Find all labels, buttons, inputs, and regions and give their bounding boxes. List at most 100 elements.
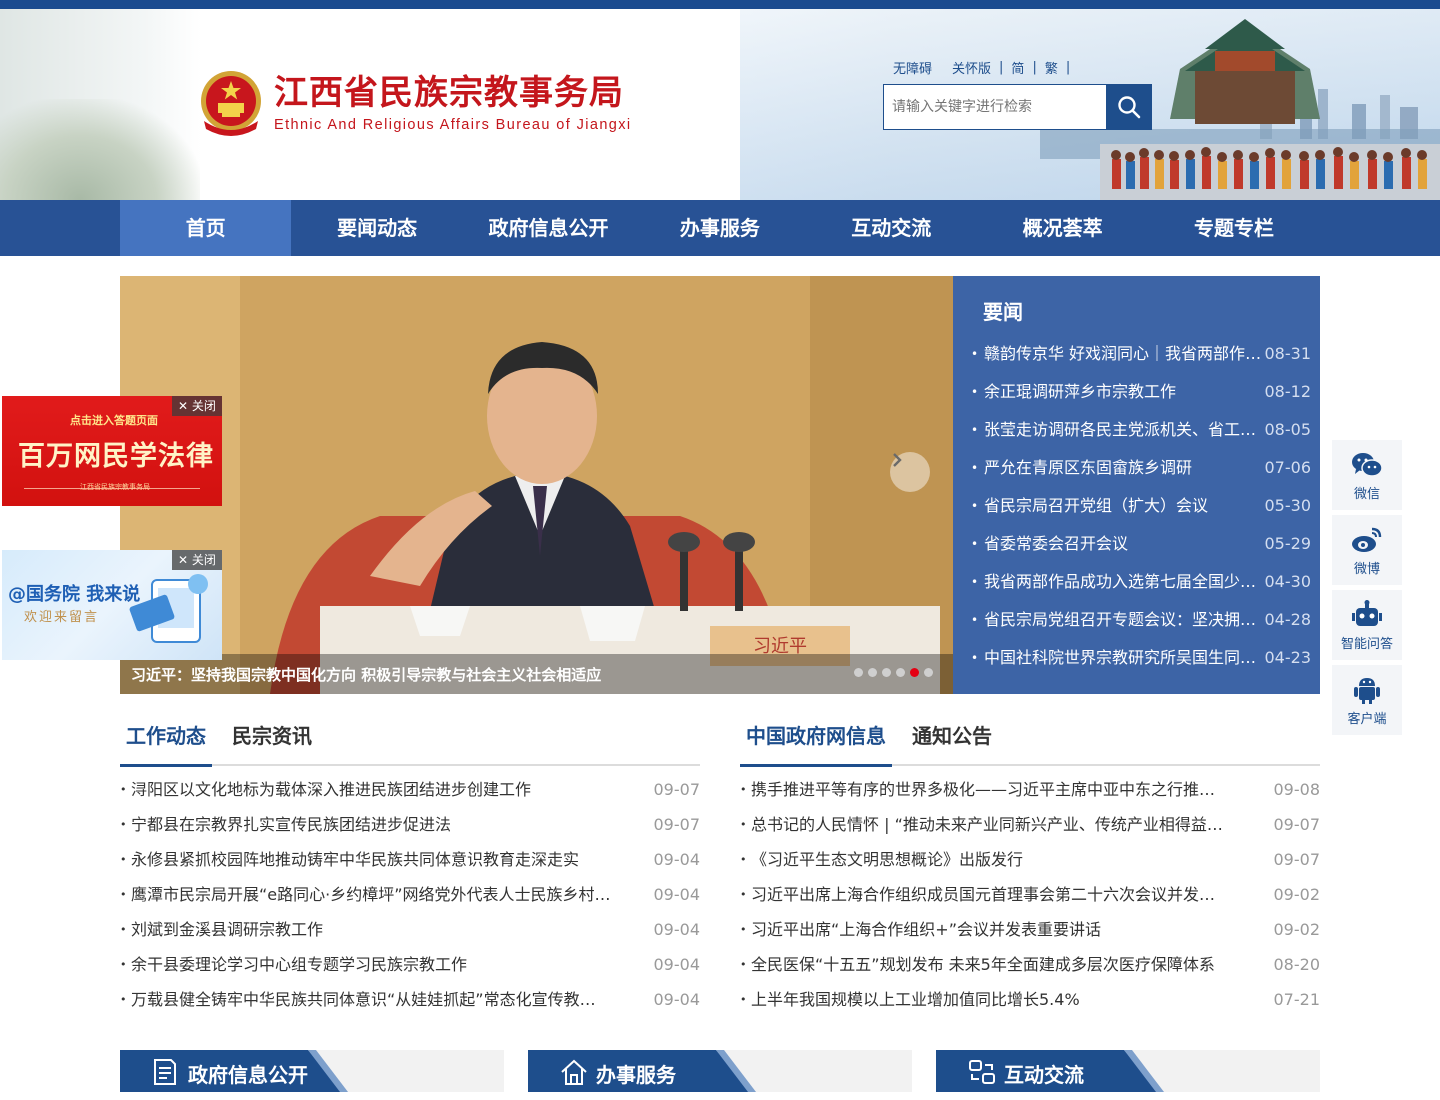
state-council-ad[interactable]: @国务院 我来说 欢迎来留言 ✕ 关闭	[2, 550, 222, 660]
section-interaction[interactable]: 互动交流	[936, 1050, 1320, 1092]
list-item-title: 习近平出席“上海合作组织+”会议并发表重要讲话	[751, 920, 1101, 939]
headline-date: 07-06	[1264, 458, 1312, 477]
accessibility-link[interactable]: 无障碍	[893, 58, 932, 77]
nav-item-home[interactable]: 首页	[120, 200, 292, 256]
list-item[interactable]: • 万载县健全铸牢中华民族共同体意识“从娃娃抓起”常态化宣传教育机制 09-04	[120, 982, 700, 1017]
news-carousel[interactable]: 习近平 习近平：坚持我国宗教中国化方向 积极引导宗教与社会主义社会相适应	[120, 276, 953, 694]
headline-item[interactable]: • 张莹走访调研各民主党派机关、省工商联 08-05	[971, 411, 1311, 449]
headlines-list: • 赣韵传京华 好戏润同心｜我省两部作品成功入选第七届全国少数民族文艺会演08-3…	[971, 335, 1311, 677]
side-ai-qa[interactable]: 智能问答	[1332, 590, 1402, 660]
bullet: •	[971, 651, 979, 665]
top-strip	[0, 0, 1440, 9]
headline-title: 中国社科院世界宗教研究所吴国生同志来赣调研	[983, 648, 1263, 667]
list-item[interactable]: • 习近平出席上海合作组织成员国元首理事会第二十六次会议并发表重要讲话 09-02	[740, 877, 1320, 912]
headline-item[interactable]: • 中国社科院世界宗教研究所吴国生同志来赣调研04-23	[971, 639, 1311, 677]
nav-item-overview[interactable]: 概况荟萃	[977, 200, 1148, 256]
separator: |	[999, 60, 1004, 75]
council-ad-close-button[interactable]: ✕ 关闭	[172, 550, 222, 570]
bullet: •	[120, 888, 127, 901]
site-logo[interactable]: 江西省民族宗教事务局 Ethnic And Religious Affairs …	[198, 69, 632, 137]
simplified-chinese-link[interactable]: 简	[1011, 58, 1024, 77]
nav-item-news[interactable]: 要闻动态	[291, 200, 462, 256]
headline-item[interactable]: • 赣韵传京华 好戏润同心｜我省两部作品成功入选第七届全国少数民族文艺会演08-3…	[971, 335, 1311, 373]
list-item[interactable]: • 余干县委理论学习中心组专题学习民族宗教工作 09-04	[120, 947, 700, 982]
list-item-date: 09-02	[1273, 885, 1321, 904]
close-label: 关闭	[191, 399, 216, 413]
list-item-date: 09-07	[653, 780, 701, 799]
nav-item-services[interactable]: 办事服务	[634, 200, 805, 256]
section-services[interactable]: 办事服务	[528, 1050, 912, 1092]
tab-work-updates[interactable]: 工作动态	[120, 716, 212, 767]
bullet: •	[971, 347, 979, 361]
tab-notices[interactable]: 通知公告	[906, 716, 998, 764]
home-icon	[561, 1059, 587, 1085]
carousel-dot[interactable]	[910, 668, 919, 677]
bullet: •	[120, 923, 127, 936]
list-item[interactable]: • 刘斌到金溪县调研宗教工作 09-04	[120, 912, 700, 947]
list-item[interactable]: • 全民医保“十五五”规划发布 未来5年全面建成多层次医疗保障体系 08-20	[740, 947, 1320, 982]
bullet: •	[971, 575, 979, 589]
side-weibo[interactable]: 微博	[1332, 515, 1402, 585]
list-item-date: 09-04	[653, 990, 701, 1009]
nav-item-topics[interactable]: 专题专栏	[1148, 200, 1319, 256]
top-links: 无障碍 关怀版 | 简 | 繁 |	[893, 58, 1078, 77]
section-title: 政府信息公开	[188, 1063, 308, 1087]
bullet: •	[120, 958, 127, 971]
tab-ethnic-religious-news[interactable]: 民宗资讯	[226, 716, 318, 764]
list-item[interactable]: • 习近平出席“上海合作组织+”会议并发表重要讲话 09-02	[740, 912, 1320, 947]
law-ad-close-button[interactable]: ✕ 关闭	[172, 396, 222, 416]
list-item[interactable]: • 总书记的人民情怀 | “推动未来产业同新兴产业、传统产业相得益彰” 09-07	[740, 807, 1320, 842]
bullet: •	[740, 783, 747, 796]
carousel-caption[interactable]: 习近平：坚持我国宗教中国化方向 积极引导宗教与社会主义社会相适应	[131, 664, 601, 685]
headline-item[interactable]: • 我省两部作品成功入选第七届全国少数民族文艺会演04-30	[971, 563, 1311, 601]
traditional-chinese-link[interactable]: 繁	[1045, 58, 1058, 77]
nav-item-interaction[interactable]: 互动交流	[806, 200, 977, 256]
work-news-tabs: 工作动态 民宗资讯	[120, 716, 700, 767]
carousel-dot[interactable]	[896, 668, 905, 677]
bullet: •	[740, 888, 747, 901]
list-item-date: 09-07	[653, 815, 701, 834]
side-client[interactable]: 客户端	[1332, 665, 1402, 735]
council-ad-line2: 欢迎来留言	[24, 610, 100, 625]
headline-item[interactable]: • 省委常委会召开会议 05-29	[971, 525, 1311, 563]
list-item[interactable]: • 浔阳区以文化地标为载体深入推进民族团结进步创建工作 09-07	[120, 772, 700, 807]
national-emblem-icon	[201, 71, 261, 136]
tab-gov-website-info[interactable]: 中国政府网信息	[740, 716, 892, 767]
elder-care-link[interactable]: 关怀版	[952, 58, 991, 77]
work-news-list: • 浔阳区以文化地标为载体深入推进民族团结进步创建工作 09-07 • 宁都县在宗教界扎…	[120, 772, 700, 1017]
nav-item-gov-info[interactable]: 政府信息公开	[463, 200, 634, 256]
carousel-caption-bar: 习近平：坚持我国宗教中国化方向 积极引导宗教与社会主义社会相适应	[120, 654, 953, 694]
council-ad-line1: @国务院 我来说	[8, 584, 141, 605]
section-gov-info-open[interactable]: 政府信息公开	[120, 1050, 504, 1092]
carousel-dot[interactable]	[924, 668, 933, 677]
list-item[interactable]: • 携手推进平等有序的世界多极化——习近平主席中亚中东之行推动构建人类命运共同体 0…	[740, 772, 1320, 807]
carousel-next-button[interactable]	[890, 452, 930, 492]
bullet: •	[120, 783, 127, 796]
bullet: •	[971, 613, 979, 627]
carousel-dot[interactable]	[854, 668, 863, 677]
headline-item[interactable]: • 余正琨调研萍乡市宗教工作 08-12	[971, 373, 1311, 411]
headline-title: 严允在青原区东固畲族乡调研	[983, 458, 1192, 477]
bullet: •	[971, 537, 979, 551]
document-icon	[154, 1059, 176, 1085]
bullet: •	[971, 461, 979, 475]
law-quiz-ad[interactable]: 点击进入答题页面 百万网民学法律 江西省民族宗教事务局 ✕ 关闭	[2, 396, 222, 506]
search-button[interactable]	[1106, 84, 1152, 130]
carousel-dot[interactable]	[868, 668, 877, 677]
law-ad-line1: 点击进入答题页面	[70, 414, 158, 427]
list-item[interactable]: • 上半年我国规模以上工业增加值同比增长5.4% 07-21	[740, 982, 1320, 1017]
list-item[interactable]: • 宁都县在宗教界扎实宣传民族团结进步促进法 09-07	[120, 807, 700, 842]
headline-item[interactable]: • 严允在青原区东固畲族乡调研 07-06	[971, 449, 1311, 487]
list-item[interactable]: • 《习近平生态文明思想概论》出版发行 09-07	[740, 842, 1320, 877]
side-weibo-label: 微博	[1353, 562, 1380, 577]
gov-info-panel: 中国政府网信息 通知公告 • 携手推进平等有序的世界多极化——习近平主席中亚中东之…	[740, 716, 1320, 1016]
side-wechat[interactable]: 微信	[1332, 440, 1402, 510]
robot-icon	[1352, 600, 1382, 626]
list-item[interactable]: • 鹰潭市民宗局开展“e路同心·乡约樟坪”网络党外代表人士民族乡村行活动 09-04	[120, 877, 700, 912]
search-input[interactable]	[883, 84, 1106, 130]
headline-item[interactable]: • 省民宗局召开党组（扩大）会议 05-30	[971, 487, 1311, 525]
headline-item[interactable]: • 省民宗局党组召开专题会议：坚决拥护党中央决定04-28	[971, 601, 1311, 639]
headline-date: 04-30	[1264, 572, 1312, 591]
carousel-dot[interactable]	[882, 668, 891, 677]
list-item[interactable]: • 永修县紧抓校园阵地推动铸牢中华民族共同体意识教育走深走实 09-04	[120, 842, 700, 877]
